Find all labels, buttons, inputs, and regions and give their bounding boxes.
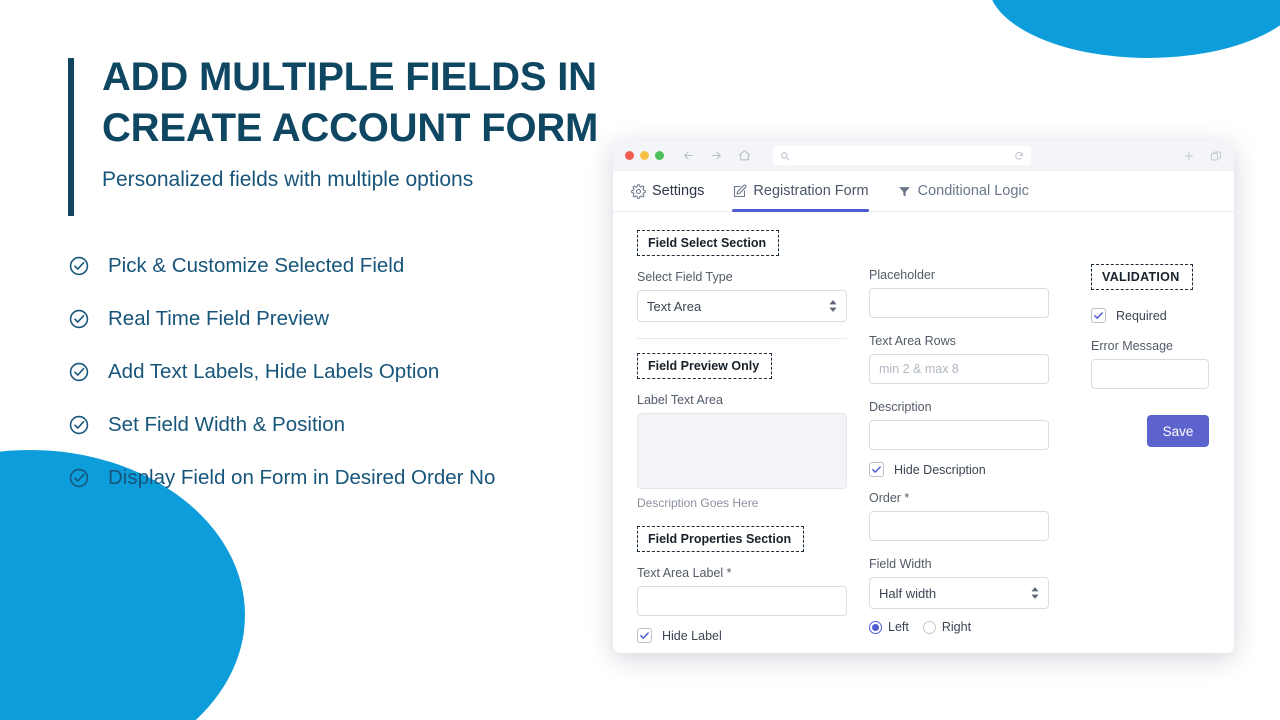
list-item-label: Set Field Width & Position — [108, 413, 345, 437]
home-icon[interactable] — [738, 149, 751, 162]
field-width-dropdown[interactable]: Half width — [869, 577, 1049, 609]
hide-description-checkbox-label: Hide Description — [894, 462, 986, 477]
select-field-type-value: Text Area — [647, 298, 702, 314]
reload-icon[interactable] — [1014, 151, 1024, 161]
hide-description-checkbox-row[interactable]: Hide Description — [869, 462, 1049, 477]
chevron-updown-icon — [829, 300, 837, 312]
check-circle-icon — [68, 414, 90, 436]
placeholder-label: Placeholder — [869, 268, 936, 282]
position-left-radio[interactable] — [869, 620, 882, 634]
text-area-rows-label: Text Area Rows — [869, 334, 956, 348]
order-input[interactable] — [869, 511, 1049, 541]
preview-textarea — [637, 413, 847, 489]
list-item-label: Add Text Labels, Hide Labels Option — [108, 360, 440, 384]
browser-chrome-right-icons — [1167, 150, 1222, 162]
list-item: Pick & Customize Selected Field — [68, 240, 608, 293]
title-accent-bar — [68, 58, 74, 216]
close-window-button[interactable] — [625, 151, 634, 160]
funnel-icon — [897, 184, 912, 199]
decorative-blob-top-right — [988, 0, 1280, 58]
select-field-type-dropdown[interactable]: Text Area — [637, 290, 847, 322]
gear-icon — [631, 183, 646, 199]
hide-label-checkbox[interactable] — [637, 628, 652, 643]
position-right-option[interactable]: Right — [922, 620, 972, 634]
tab-conditional-logic[interactable]: Conditional Logic — [883, 171, 1043, 211]
page-subtitle: Personalized fields with multiple option… — [102, 167, 474, 191]
field-preview-section-header: Field Preview Only — [637, 353, 773, 379]
list-item: Display Field on Form in Desired Order N… — [68, 452, 608, 505]
minimize-window-button[interactable] — [640, 151, 649, 160]
feature-list: Pick & Customize Selected Field Real Tim… — [68, 240, 608, 505]
text-area-label-label: Text Area Label * — [637, 566, 732, 580]
maximize-window-button[interactable] — [655, 151, 664, 160]
traffic-lights — [625, 151, 664, 160]
text-area-rows-input[interactable] — [869, 354, 1049, 384]
field-select-column: Field Select Section Select Field Type T… — [637, 230, 847, 652]
placeholder-input[interactable] — [869, 288, 1049, 318]
forward-arrow-icon[interactable] — [710, 149, 723, 162]
position-right-radio[interactable] — [922, 620, 936, 634]
hide-description-checkbox[interactable] — [869, 462, 884, 477]
preview-label: Label Text Area — [637, 393, 723, 407]
list-item: Real Time Field Preview — [68, 293, 608, 346]
check-circle-icon — [68, 361, 90, 383]
position-left-label: Left — [888, 620, 909, 634]
field-width-value: Half width — [879, 585, 937, 601]
validation-column: VALIDATION Required Error Message Save — [1049, 230, 1209, 652]
list-item: Set Field Width & Position — [68, 399, 608, 452]
browser-window: Settings Registration Form Conditional L… — [613, 141, 1234, 653]
tab-bar: Settings Registration Form Conditional L… — [613, 171, 1234, 212]
position-right-label: Right — [941, 620, 972, 634]
chevron-updown-icon — [1031, 587, 1039, 599]
check-circle-icon — [68, 255, 90, 277]
tab-label: Registration Form — [753, 183, 869, 199]
preview-description: Description Goes Here — [637, 496, 759, 510]
url-bar[interactable] — [773, 146, 1031, 165]
edit-square-icon — [732, 184, 747, 199]
order-label: Order * — [869, 491, 910, 505]
tab-label: Settings — [652, 183, 705, 199]
save-button[interactable]: Save — [1147, 415, 1209, 447]
description-label: Description — [869, 400, 932, 414]
plus-icon[interactable] — [1183, 150, 1195, 162]
check-circle-icon — [68, 467, 90, 489]
field-width-label: Field Width — [869, 557, 932, 571]
error-message-label: Error Message — [1091, 339, 1173, 353]
page-title: Add Multiple Fields in Create Account Fo… — [102, 55, 599, 150]
browser-nav-icons — [682, 149, 751, 162]
list-item-label: Real Time Field Preview — [108, 307, 330, 331]
list-item: Add Text Labels, Hide Labels Option — [68, 346, 608, 399]
new-window-icon[interactable] — [1210, 150, 1222, 162]
field-select-section-header: Field Select Section — [637, 230, 780, 256]
validation-section-header: VALIDATION — [1091, 264, 1193, 290]
browser-chrome — [613, 141, 1234, 171]
search-icon — [780, 151, 790, 161]
back-arrow-icon[interactable] — [682, 149, 695, 162]
text-area-label-input[interactable] — [637, 586, 847, 616]
hide-label-checkbox-label: Hide Label — [662, 628, 722, 643]
list-item-label: Display Field on Form in Desired Order N… — [108, 466, 496, 490]
tab-label: Conditional Logic — [917, 183, 1029, 199]
error-message-input[interactable] — [1091, 359, 1209, 389]
tab-settings[interactable]: Settings — [631, 171, 718, 211]
required-checkbox-row[interactable]: Required — [1091, 308, 1209, 323]
select-field-type-label: Select Field Type — [637, 270, 733, 284]
field-properties-section-header: Field Properties Section — [637, 526, 805, 552]
registration-form-body: Field Select Section Select Field Type T… — [613, 212, 1234, 652]
check-circle-icon — [68, 308, 90, 330]
section-divider — [637, 338, 847, 339]
required-checkbox[interactable] — [1091, 308, 1106, 323]
description-input[interactable] — [869, 420, 1049, 450]
hide-label-checkbox-row[interactable]: Hide Label — [637, 628, 847, 643]
field-options-column: Placeholder Text Area Rows Description H… — [847, 230, 1049, 652]
tab-registration-form[interactable]: Registration Form — [718, 171, 882, 212]
required-checkbox-label: Required — [1116, 308, 1167, 323]
list-item-label: Pick & Customize Selected Field — [108, 254, 405, 278]
position-radio-group: Left Right — [869, 620, 1049, 634]
marketing-panel: Add Multiple Fields in Create Account Fo… — [68, 52, 608, 505]
position-left-option[interactable]: Left — [869, 620, 909, 634]
